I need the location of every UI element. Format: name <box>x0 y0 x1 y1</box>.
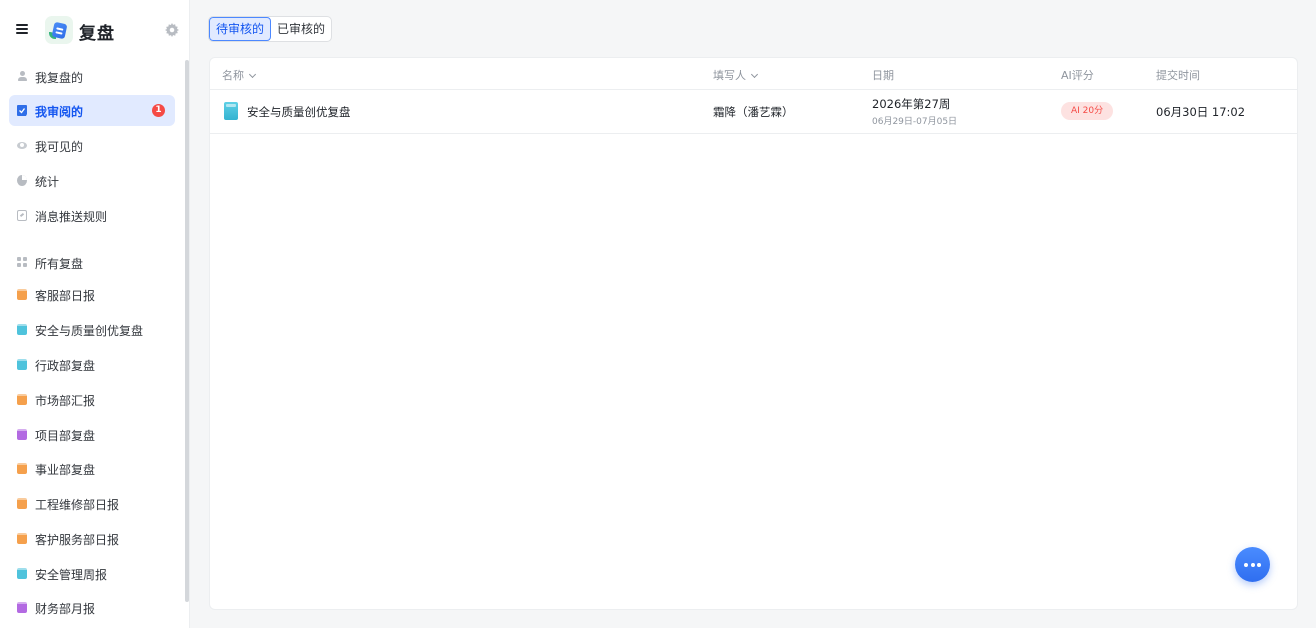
report-book-icon <box>17 568 27 579</box>
review-icon <box>17 105 27 116</box>
sidebar-item-report[interactable]: 安全管理周报 <box>9 558 175 589</box>
sidebar-item-label: 事业部复盘 <box>35 463 96 477</box>
sidebar-item-label: 统计 <box>35 175 60 189</box>
ai-score-badge: AI 20分 <box>1061 102 1114 120</box>
sidebar-item-report[interactable]: 客护服务部日报 <box>9 523 175 554</box>
sidebar-item-push-rules[interactable]: 消息推送规则 <box>9 200 175 231</box>
sidebar-item-label: 客服部日报 <box>35 289 96 303</box>
report-book-icon <box>17 324 27 335</box>
row-date-range: 06月29日-07月05日 <box>872 117 958 127</box>
sidebar-item-label: 我复盘的 <box>35 71 84 85</box>
unread-count-badge: 1 <box>152 104 165 117</box>
sidebar-item-label: 市场部汇报 <box>35 394 96 408</box>
sidebar-item-report[interactable]: 市场部汇报 <box>9 384 175 415</box>
sidebar-scrollbar[interactable] <box>185 60 189 602</box>
sidebar-item-label: 行政部复盘 <box>35 359 96 373</box>
chevron-down-icon <box>248 70 257 79</box>
column-header-ai-score: AI评分 <box>1061 69 1094 82</box>
column-header-name[interactable]: 名称 <box>222 67 257 83</box>
sidebar-item-report[interactable]: 客服部日报 <box>9 279 175 310</box>
app-title: 复盘 <box>79 24 115 44</box>
report-book-icon <box>17 498 27 509</box>
row-author: 霜降（潘艺霖） <box>713 105 794 119</box>
rule-icon <box>17 210 27 221</box>
sidebar-item-report[interactable]: 财务部月报 <box>9 592 175 623</box>
column-header-label: 名称 <box>222 69 244 82</box>
settings-gear-icon[interactable] <box>165 23 179 37</box>
dot-icon <box>1250 563 1255 567</box>
sidebar-item-my-reviews[interactable]: 我复盘的 <box>9 61 175 92</box>
report-book-icon <box>224 102 238 120</box>
report-book-icon <box>17 394 27 405</box>
sidebar-item-report[interactable]: 事业部复盘 <box>9 453 175 484</box>
row-name[interactable]: 安全与质量创优复盘 <box>247 104 351 120</box>
row-submitted-time: 06月30日 17:02 <box>1156 105 1246 119</box>
sidebar-item-label: 消息推送规则 <box>35 210 108 224</box>
tab-reviewed[interactable]: 已审核的 <box>271 17 331 41</box>
sidebar: 复盘 我复盘的 我审阅的 1 我可见的 统计 消息推送规则 所有复盘 客服部日报… <box>0 0 190 628</box>
pie-chart-icon <box>17 175 27 186</box>
person-icon <box>17 71 27 82</box>
sidebar-item-label: 客护服务部日报 <box>35 533 120 547</box>
report-book-icon <box>17 429 27 440</box>
grid-icon <box>17 257 27 267</box>
sidebar-item-report[interactable]: 安全与质量创优复盘 <box>9 314 175 345</box>
column-header-submitted: 提交时间 <box>1156 69 1200 82</box>
report-book-icon <box>17 602 27 613</box>
sidebar-item-label: 工程维修部日报 <box>35 498 120 512</box>
sidebar-item-label: 我可见的 <box>35 140 84 154</box>
more-actions-button[interactable] <box>1235 547 1270 582</box>
report-book-icon <box>17 289 27 300</box>
sidebar-item-label: 我审阅的 <box>35 105 84 119</box>
sidebar-item-label: 项目部复盘 <box>35 429 96 443</box>
column-header-date: 日期 <box>872 69 894 82</box>
dot-icon <box>1244 563 1248 567</box>
chevron-down-icon <box>750 70 759 79</box>
row-date: 2026年第27周 <box>872 97 951 111</box>
sidebar-item-label: 所有复盘 <box>35 257 84 271</box>
tab-pending[interactable]: 待审核的 <box>209 17 272 41</box>
table-row[interactable]: 安全与质量创优复盘 霜降（潘艺霖） 2026年第27周 06月29日-07月05… <box>210 90 1297 134</box>
review-table: 名称 填写人 日期 AI评分 提交时间 安全与质量创优复盘 霜降（潘艺霖） 20… <box>209 57 1298 610</box>
column-header-author[interactable]: 填写人 <box>713 67 759 83</box>
sidebar-item-statistics[interactable]: 统计 <box>9 165 175 196</box>
table-header: 名称 填写人 日期 AI评分 提交时间 <box>210 58 1297 90</box>
eye-icon <box>17 142 27 149</box>
sidebar-header: 复盘 <box>0 0 190 60</box>
column-header-label: 填写人 <box>713 69 746 82</box>
sidebar-item-label: 财务部月报 <box>35 602 96 616</box>
sidebar-item-reviewed-by-me[interactable]: 我审阅的 1 <box>9 95 175 126</box>
sidebar-item-visible-to-me[interactable]: 我可见的 <box>9 130 175 161</box>
sidebar-item-report[interactable]: 行政部复盘 <box>9 349 175 380</box>
review-status-tabs: 待审核的 已审核的 <box>208 16 333 42</box>
sidebar-item-report[interactable]: 工程维修部日报 <box>9 488 175 519</box>
report-book-icon <box>17 359 27 370</box>
sidebar-item-all-reviews[interactable]: 所有复盘 <box>9 247 175 278</box>
sidebar-item-report[interactable]: 项目部复盘 <box>9 419 175 450</box>
report-book-icon <box>17 463 27 474</box>
report-book-icon <box>17 533 27 544</box>
dot-icon <box>1257 563 1261 567</box>
menu-icon[interactable] <box>16 24 28 34</box>
sidebar-item-label: 安全管理周报 <box>35 568 108 582</box>
sidebar-item-label: 安全与质量创优复盘 <box>35 324 144 338</box>
app-logo-icon <box>45 16 73 44</box>
